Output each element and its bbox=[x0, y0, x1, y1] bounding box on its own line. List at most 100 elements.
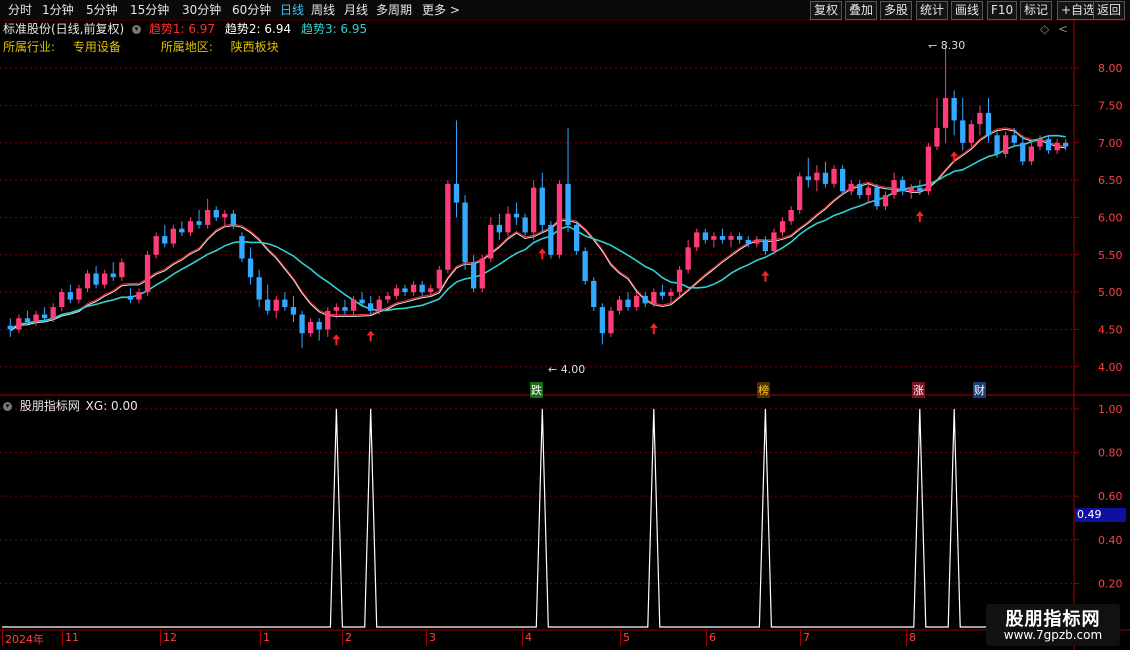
candle-body bbox=[179, 228, 185, 233]
event-tag-rank[interactable]: 榜 bbox=[757, 382, 770, 398]
candle-body bbox=[50, 307, 56, 319]
indicator-axis-label: 0.40 bbox=[1098, 534, 1123, 547]
candle-body bbox=[256, 277, 262, 300]
candle-body bbox=[831, 168, 837, 184]
date-axis-label: 8 bbox=[909, 631, 916, 644]
candle-body bbox=[985, 112, 992, 136]
candle-body bbox=[247, 258, 254, 278]
candle-body bbox=[582, 251, 588, 281]
trend-line-1 bbox=[10, 127, 1066, 330]
indicator-axis-label: 0.60 bbox=[1098, 490, 1123, 503]
candle-body bbox=[153, 236, 159, 255]
candle-body bbox=[840, 168, 846, 192]
date-axis-label: 12 bbox=[163, 631, 177, 644]
candle-body bbox=[119, 262, 125, 278]
candle-body bbox=[359, 299, 365, 304]
watermark-url: www.7gpzb.com bbox=[1003, 628, 1103, 642]
candle-body bbox=[265, 299, 271, 311]
candle-body bbox=[136, 292, 142, 300]
candle-body bbox=[771, 232, 777, 252]
candle-body bbox=[848, 183, 854, 192]
candle-body bbox=[471, 262, 477, 289]
candle-body bbox=[651, 292, 657, 304]
price-axis-label: 6.50 bbox=[1098, 174, 1123, 187]
candle-body bbox=[599, 307, 605, 334]
date-tick bbox=[260, 630, 261, 646]
candle-body bbox=[505, 213, 511, 233]
candle-body bbox=[239, 236, 245, 259]
date-tick bbox=[906, 630, 907, 646]
date-tick bbox=[522, 630, 523, 646]
date-axis-label: 7 bbox=[803, 631, 810, 644]
high-price-label: ↽ 8.30 bbox=[928, 39, 966, 52]
candle-body bbox=[299, 314, 305, 334]
candle-body bbox=[668, 292, 674, 296]
date-axis-label: 6 bbox=[709, 631, 716, 644]
event-tag-rise[interactable]: 涨 bbox=[912, 382, 925, 398]
candle-body bbox=[479, 258, 485, 289]
candle-body bbox=[814, 172, 820, 181]
candle-body bbox=[608, 310, 614, 334]
candle-body bbox=[187, 221, 194, 233]
candle-body bbox=[24, 318, 31, 322]
candle-body bbox=[453, 183, 460, 203]
candle-body bbox=[282, 299, 288, 308]
candle-body bbox=[900, 180, 906, 192]
date-tick bbox=[342, 630, 343, 646]
candle-body bbox=[754, 239, 760, 244]
candle-body bbox=[745, 239, 751, 244]
candle-body bbox=[84, 273, 91, 289]
candle-body bbox=[822, 172, 829, 184]
candle-body bbox=[865, 187, 871, 196]
candle-body bbox=[574, 224, 580, 251]
candle-body bbox=[368, 303, 374, 311]
price-axis-label: 8.00 bbox=[1098, 62, 1123, 75]
candle-body bbox=[110, 273, 116, 278]
candle-body bbox=[230, 213, 236, 225]
indicator-info-bar: ▾ 股朋指标网 XG: 0.00 bbox=[0, 397, 138, 415]
candle-body bbox=[222, 213, 228, 218]
price-chart[interactable]: 8.00 7.50 7.00 6.50 6.00 5.50 5.00 4.50 4.00 1.00… bbox=[0, 0, 1130, 650]
candle-body bbox=[393, 288, 400, 296]
price-axis-label: 4.50 bbox=[1098, 323, 1123, 336]
event-tag-finance[interactable]: 财 bbox=[973, 382, 986, 398]
low-price-label: ← 4.00 bbox=[548, 363, 586, 376]
candle-body bbox=[1011, 135, 1017, 143]
candle-body bbox=[616, 299, 623, 311]
candle-body bbox=[7, 325, 13, 330]
candle-body bbox=[1063, 142, 1069, 147]
date-axis-label: 4 bbox=[525, 631, 532, 644]
candle-body bbox=[968, 124, 974, 143]
date-axis-label: 5 bbox=[623, 631, 630, 644]
date-tick bbox=[160, 630, 161, 646]
date-axis-label: 2024年 bbox=[5, 633, 44, 646]
indicator-dropdown-icon[interactable]: ▾ bbox=[3, 401, 12, 411]
indicator-current-value: 0.49 bbox=[1075, 508, 1126, 522]
candle-body bbox=[634, 295, 640, 308]
candle-body bbox=[1054, 142, 1060, 151]
candle-body bbox=[419, 284, 425, 293]
candle-body bbox=[496, 224, 502, 233]
candle-body bbox=[290, 307, 297, 315]
candle-body bbox=[1028, 146, 1034, 162]
candle-body bbox=[882, 195, 889, 207]
date-tick bbox=[2, 630, 3, 646]
candle-body bbox=[531, 187, 537, 233]
buy-signal-arrow bbox=[915, 211, 924, 223]
candle-body bbox=[548, 224, 554, 255]
candle-body bbox=[591, 280, 597, 307]
candle-body bbox=[325, 310, 331, 330]
candle-body bbox=[951, 98, 957, 121]
candle-body bbox=[857, 183, 863, 196]
date-tick bbox=[800, 630, 801, 646]
event-tag-fall[interactable]: 跌 bbox=[530, 382, 543, 398]
price-axis-label: 7.00 bbox=[1098, 137, 1123, 150]
candle-body bbox=[719, 236, 726, 240]
candle-body bbox=[522, 217, 528, 233]
site-watermark: 股朋指标网 www.7gpzb.com bbox=[986, 604, 1120, 646]
candle-body bbox=[788, 210, 794, 222]
candle-body bbox=[33, 314, 39, 322]
date-axis-label: 3 bbox=[429, 631, 436, 644]
candle-body bbox=[127, 295, 134, 300]
candle-body bbox=[917, 187, 923, 192]
